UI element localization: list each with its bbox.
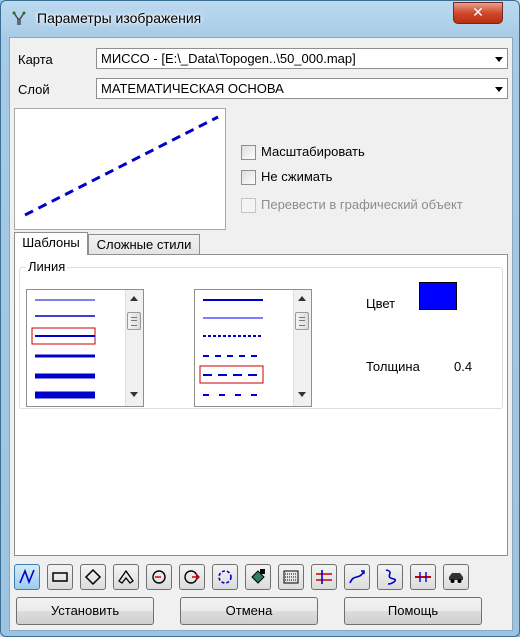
crossing-lines-icon bbox=[316, 570, 332, 584]
thickness-value: 0.4 bbox=[454, 359, 473, 374]
thickness-label: Толщина bbox=[366, 359, 420, 374]
cancel-button-label: Отмена bbox=[225, 603, 273, 618]
cancel-button[interactable]: Отмена bbox=[180, 597, 318, 625]
tab-complex-styles[interactable]: Сложные стили bbox=[88, 234, 200, 255]
scroll-down-icon[interactable] bbox=[130, 392, 138, 397]
scale-checkbox-label: Масштабировать bbox=[261, 144, 365, 159]
crossed-line-icon bbox=[415, 572, 431, 582]
window-title: Параметры изображения bbox=[37, 10, 202, 26]
convert-checkbox-box bbox=[241, 198, 256, 213]
circle-arrow-icon bbox=[184, 570, 200, 584]
line-group-title: Линия bbox=[26, 259, 68, 274]
scroll-thumb[interactable] bbox=[127, 312, 141, 330]
style-preview bbox=[14, 108, 226, 230]
layer-select-value: МАТЕМАТИЧЕСКАЯ ОСНОВА bbox=[101, 81, 284, 96]
map-select-value: МИССО - [E:\_Data\Topogen..\50_000.map] bbox=[101, 51, 356, 66]
curve-arrows-icon bbox=[349, 570, 365, 584]
help-button[interactable]: Помощь bbox=[344, 597, 482, 625]
tab-templates[interactable]: Шаблоны bbox=[14, 232, 88, 255]
hatch-button[interactable] bbox=[278, 564, 304, 590]
line-width-scrollbar[interactable] bbox=[125, 290, 143, 406]
rectangle-icon bbox=[52, 572, 68, 582]
line-icon bbox=[19, 568, 35, 585]
curve-arrows-button[interactable] bbox=[344, 564, 370, 590]
chevron-down-icon bbox=[495, 87, 503, 92]
help-button-label: Помощь bbox=[387, 603, 439, 618]
map-label: Карта bbox=[18, 52, 53, 67]
scroll-up-icon[interactable] bbox=[130, 296, 138, 301]
chevron-down-icon bbox=[495, 57, 503, 62]
dialog-client: Карта МИССО - [E:\_Data\Topogen..\50_000… bbox=[9, 37, 513, 631]
line-pattern-scrollbar[interactable] bbox=[293, 290, 311, 406]
fill-bucket-icon bbox=[251, 569, 265, 584]
layer-select[interactable]: МАТЕМАТИЧЕСКАЯ ОСНОВА bbox=[96, 78, 508, 99]
apply-button-label: Установить bbox=[50, 603, 120, 618]
title-bar[interactable]: Параметры изображения ✕ bbox=[1, 1, 519, 37]
scroll-up-icon[interactable] bbox=[298, 296, 306, 301]
close-icon: ✕ bbox=[472, 4, 484, 20]
curve-button[interactable] bbox=[377, 564, 403, 590]
layer-label: Слой bbox=[18, 82, 50, 97]
close-button[interactable]: ✕ bbox=[453, 2, 503, 24]
scroll-thumb[interactable] bbox=[295, 312, 309, 330]
object-type-toolbar bbox=[14, 564, 508, 592]
crossed-line-button[interactable] bbox=[410, 564, 436, 590]
line-width-list[interactable] bbox=[26, 289, 144, 407]
circle-button[interactable] bbox=[146, 564, 172, 590]
line-pattern-samples bbox=[199, 299, 264, 396]
vehicle-button[interactable] bbox=[443, 564, 469, 590]
color-swatch[interactable] bbox=[419, 282, 457, 310]
scroll-down-icon[interactable] bbox=[298, 392, 306, 397]
polygon-icon bbox=[118, 569, 134, 584]
dialog-window: Параметры изображения ✕ Карта МИССО - [E… bbox=[0, 0, 520, 637]
no-compress-checkbox-box[interactable] bbox=[241, 170, 256, 185]
car-icon bbox=[449, 573, 463, 583]
tab-templates-label: Шаблоны bbox=[22, 235, 80, 250]
hatch-icon bbox=[283, 570, 299, 584]
circle-arrow-button[interactable] bbox=[179, 564, 205, 590]
diamond-button[interactable] bbox=[80, 564, 106, 590]
diamond-icon bbox=[84, 568, 102, 586]
no-compress-checkbox-label: Не сжимать bbox=[261, 169, 333, 184]
curve-icon bbox=[385, 569, 397, 585]
convert-checkbox-label: Перевести в графический объект bbox=[261, 197, 463, 212]
line-pattern-list[interactable] bbox=[194, 289, 312, 407]
circle-dashed-icon bbox=[218, 570, 232, 584]
app-icon bbox=[12, 11, 26, 25]
fill-button[interactable] bbox=[245, 564, 271, 590]
dashed-line-preview bbox=[24, 115, 219, 217]
line-width-samples bbox=[31, 299, 96, 399]
rectangle-button[interactable] bbox=[47, 564, 73, 590]
circle-icon bbox=[152, 570, 166, 584]
apply-button[interactable]: Установить bbox=[16, 597, 154, 625]
scale-checkbox-box[interactable] bbox=[241, 145, 256, 160]
line-button[interactable] bbox=[14, 564, 40, 590]
tab-complex-styles-label: Сложные стили bbox=[96, 237, 192, 252]
polygon-button[interactable] bbox=[113, 564, 139, 590]
color-label: Цвет bbox=[366, 296, 396, 311]
map-select[interactable]: МИССО - [E:\_Data\Topogen..\50_000.map] bbox=[96, 48, 508, 69]
crossing-lines-button[interactable] bbox=[311, 564, 337, 590]
circle-dashed-button[interactable] bbox=[212, 564, 238, 590]
